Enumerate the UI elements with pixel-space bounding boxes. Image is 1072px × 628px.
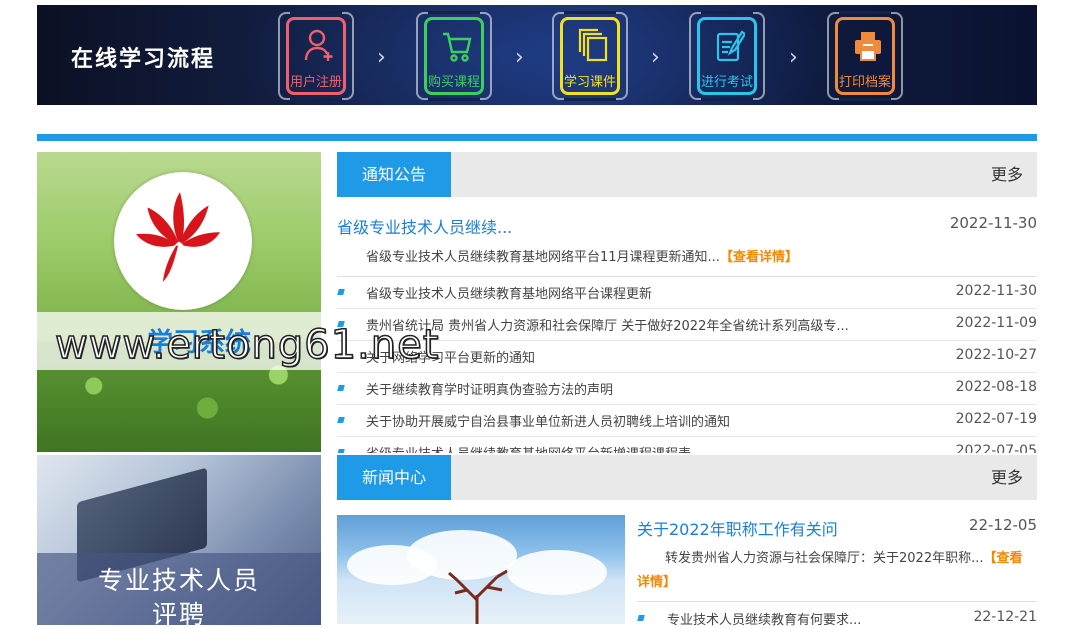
- step-label: 学习课件: [563, 75, 616, 90]
- learning-system-banner[interactable]: 学习系统: [37, 152, 321, 452]
- step-take-exam[interactable]: 进行考试: [689, 11, 765, 101]
- step-study-courseware[interactable]: 学习课件: [552, 11, 628, 101]
- chevron-right-icon: ›: [789, 45, 798, 70]
- news-header: 新闻中心 更多: [337, 455, 1037, 500]
- step-label: 用户注册: [289, 75, 342, 90]
- flower-logo-icon: [136, 192, 221, 282]
- notices-more-link[interactable]: 更多: [991, 152, 1023, 197]
- featured-news-title[interactable]: 关于2022年职称工作有关问: [637, 516, 838, 540]
- step-label: 打印档案: [838, 75, 891, 90]
- bullet-icon: [337, 417, 345, 423]
- featured-notice-title[interactable]: 省级专业技术人员继续...: [337, 214, 512, 238]
- summary-text: 省级专业技术人员继续教育基地网络平台11月课程更新通知...: [366, 250, 720, 265]
- news-thumbnail[interactable]: [337, 515, 625, 624]
- list-item[interactable]: 省级专业技术人员继续教育基地网络平台课程更新 2022-11-30: [337, 277, 1037, 309]
- tree-icon: [448, 569, 508, 624]
- banner-line1: 专业技术人员: [97, 566, 260, 595]
- printer-icon: [855, 32, 881, 61]
- banner-line2: 评聘: [151, 600, 206, 625]
- flow-title: 在线学习流程: [71, 47, 216, 72]
- section-divider: [37, 134, 1037, 141]
- bullet-icon: [637, 615, 645, 621]
- user-add-icon: [304, 29, 333, 61]
- list-item[interactable]: 省级专业技术人员继续教育基地网络平台新增课程课程表2022-07-05: [337, 437, 1037, 453]
- watermark-text: www.ertong61.net: [54, 321, 440, 369]
- bullet-icon: [337, 289, 345, 295]
- step-user-register[interactable]: 用户注册: [278, 11, 354, 101]
- learning-flow-banner: 在线学习流程 用户注册 › 购买课程 › 学习课件 › 进行考试 › 打印档案: [37, 5, 1037, 105]
- list-item[interactable]: 贵州省统计局 贵州省人力资源和社会保障厅 关于做好2022年全省统计系列高级专.…: [337, 309, 1037, 341]
- step-label: 进行考试: [700, 75, 753, 90]
- courseware-icon: [578, 28, 608, 62]
- bullet-icon: [337, 449, 345, 453]
- exam-icon: [716, 30, 745, 62]
- list-item[interactable]: 关于网络学习平台更新的通知 2022-10-27: [337, 341, 1037, 373]
- featured-notice-summary: 省级专业技术人员继续教育基地网络平台11月课程更新通知...【查看详情】: [366, 246, 1026, 265]
- chevron-right-icon: ›: [515, 45, 524, 70]
- title-evaluation-banner[interactable]: 专业技术人员 评聘: [37, 455, 321, 625]
- list-item[interactable]: 专业技术人员继续教育有何要求... 22-12-21: [637, 607, 1037, 628]
- news-more-link[interactable]: 更多: [991, 455, 1023, 500]
- chevron-right-icon: ›: [377, 45, 386, 70]
- cart-icon: [443, 32, 472, 62]
- view-details-link[interactable]: 【查看详情】: [720, 250, 798, 265]
- tab-news[interactable]: 新闻中心: [337, 455, 451, 500]
- flower-logo: [114, 172, 252, 310]
- summary-text: 转发贵州省人力资源与社会保障厅：关于2022年职称...: [665, 551, 984, 566]
- bullet-icon: [337, 385, 345, 391]
- step-buy-course[interactable]: 购买课程: [416, 11, 492, 101]
- featured-notice-date: 2022-11-30: [949, 214, 1037, 232]
- featured-news-date: 22-12-05: [968, 516, 1037, 534]
- tab-notices[interactable]: 通知公告: [337, 152, 451, 197]
- featured-news-summary: 转发贵州省人力资源与社会保障厅：关于2022年职称...【查看详情】: [637, 547, 1031, 595]
- list-item[interactable]: 关于继续教育学时证明真伪查验方法的声明 2022-08-18: [337, 373, 1037, 405]
- notices-header: 通知公告 更多: [337, 152, 1037, 197]
- notice-list: 省级专业技术人员继续教育基地网络平台课程更新 2022-11-30 贵州省统计局 …: [337, 277, 1037, 453]
- list-item[interactable]: 关于协助开展威宁自治县事业单位新进人员初聘线上培训的通知 2022-07-19: [337, 405, 1037, 437]
- step-label: 购买课程: [427, 75, 480, 90]
- step-print-archive[interactable]: 打印档案: [827, 11, 903, 101]
- chevron-right-icon: ›: [651, 45, 660, 70]
